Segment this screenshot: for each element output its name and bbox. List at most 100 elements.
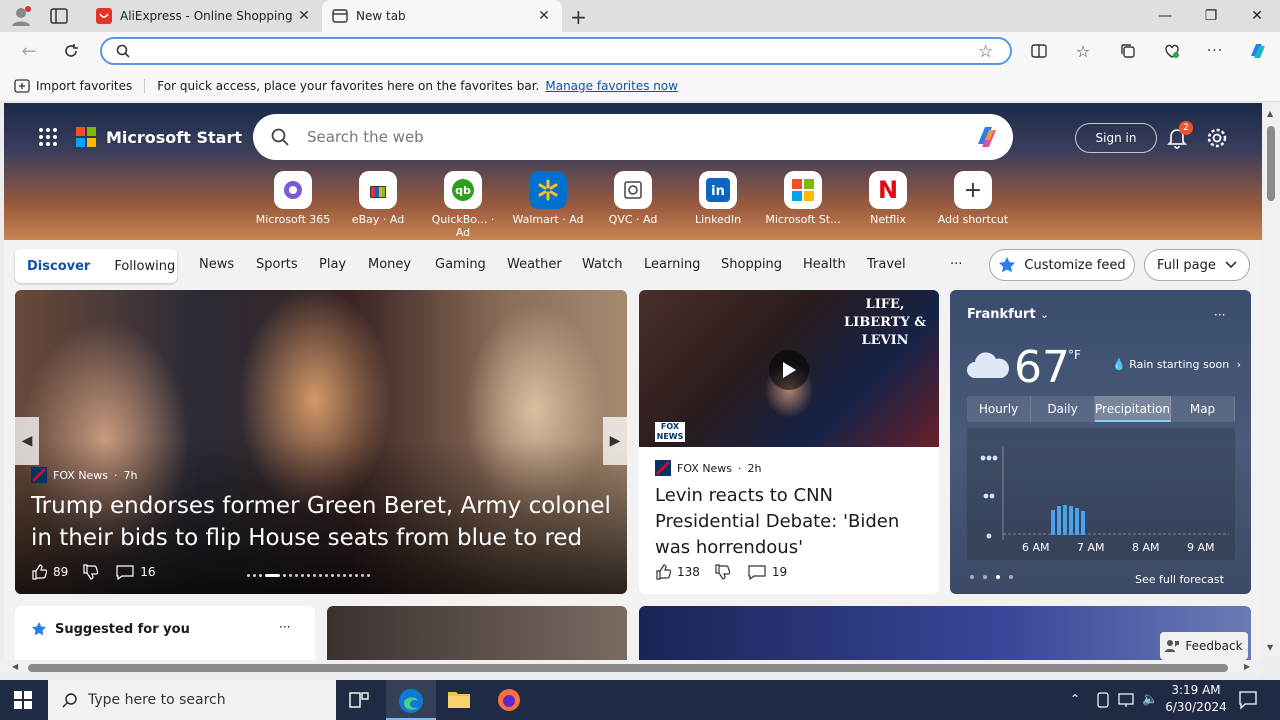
like-icon[interactable] — [655, 564, 671, 580]
tab-hourly[interactable]: Hourly — [967, 396, 1031, 422]
device-icon[interactable] — [1096, 692, 1110, 708]
horizontal-scrollbar[interactable]: ◀ ▶ — [0, 660, 1262, 676]
main-story-card[interactable]: ◀ ▶ FOX News · 7h Trump endorses former … — [15, 290, 627, 594]
favorite-star-icon[interactable]: ☆ — [978, 42, 993, 62]
restore-button[interactable]: ❐ — [1188, 0, 1234, 32]
minimize-button[interactable]: — — [1142, 0, 1188, 32]
firefox-icon[interactable] — [497, 688, 521, 712]
shortcut-microsoft-store[interactable]: Microsoft St... — [763, 171, 843, 226]
video-story-card[interactable]: LIFE, LIBERTY & LEVIN FOX NEWS FOX News · 2… — [639, 290, 939, 594]
nav-weather[interactable]: Weather — [507, 257, 562, 272]
copilot-icon[interactable] — [1243, 39, 1273, 63]
tab-actions-icon[interactable] — [50, 8, 68, 24]
nav-learning[interactable]: Learning — [644, 257, 700, 272]
next-arrow-icon[interactable]: ▶ — [603, 417, 627, 465]
play-icon[interactable] — [769, 350, 809, 390]
nav-play[interactable]: Play — [319, 257, 346, 272]
page-settings-icon[interactable] — [1206, 127, 1228, 149]
tab-following[interactable]: Following — [102, 259, 187, 274]
like-icon[interactable] — [31, 564, 47, 580]
nav-gaming[interactable]: Gaming — [435, 257, 486, 272]
import-favorites-button[interactable]: Import favorites — [14, 78, 146, 93]
close-tab-icon[interactable]: ✕ — [296, 8, 312, 24]
add-shortcut-button[interactable]: + Add shortcut — [933, 171, 1013, 226]
nav-sports[interactable]: Sports — [256, 257, 298, 272]
taskbar-clock[interactable]: 3:19 AM 6/30/2024 — [1160, 682, 1232, 716]
windows-start-icon[interactable] — [14, 691, 32, 709]
brand[interactable]: Microsoft Start — [76, 127, 242, 147]
network-icon[interactable] — [1118, 692, 1136, 708]
nav-money[interactable]: Money — [368, 257, 411, 272]
notifications-icon[interactable]: 2 — [1167, 121, 1193, 149]
nav-shopping[interactable]: Shopping — [721, 257, 782, 272]
back-button[interactable]: ← — [14, 39, 44, 63]
previous-arrow-icon[interactable]: ◀ — [15, 417, 39, 465]
story-age: 7h — [123, 468, 138, 482]
nav-news[interactable]: News — [199, 257, 234, 272]
feedback-button[interactable]: Feedback — [1160, 632, 1248, 660]
collections-icon[interactable] — [1113, 39, 1143, 63]
show-hidden-icons[interactable]: ⌃ — [1070, 692, 1080, 706]
comment-icon[interactable] — [748, 564, 766, 580]
story-headline[interactable]: Levin reacts to CNN Presidential Debate:… — [655, 483, 925, 561]
app-launcher-icon[interactable] — [38, 127, 58, 147]
weather-condition[interactable]: 💧 Rain starting soon › — [1112, 358, 1241, 371]
edge-taskbar-icon[interactable] — [386, 680, 436, 720]
notification-center-icon[interactable] — [1238, 690, 1258, 710]
story-headline[interactable]: Trump endorses former Green Beret, Army … — [31, 490, 621, 554]
nav-watch[interactable]: Watch — [582, 257, 622, 272]
vertical-scrollbar[interactable]: ▲ ▼ — [1262, 103, 1280, 660]
task-view-icon[interactable] — [348, 690, 370, 710]
shortcut-qvc[interactable]: QVC · Ad — [593, 171, 673, 226]
nav-health[interactable]: Health — [803, 257, 846, 272]
tab-aliexpress[interactable]: AliExpress - Online Shopping für ✕ — [86, 0, 322, 32]
see-full-forecast-link[interactable]: See full forecast — [1135, 573, 1224, 586]
dislike-icon[interactable] — [82, 564, 99, 580]
shortcut-walmart[interactable]: Walmart · Ad — [508, 171, 588, 226]
tab-discover[interactable]: Discover — [15, 259, 102, 274]
copilot-icon[interactable] — [973, 124, 1001, 150]
tab-daily[interactable]: Daily — [1031, 396, 1095, 422]
comment-icon[interactable] — [116, 564, 134, 580]
close-tab-icon[interactable]: ✕ — [536, 8, 552, 24]
profile-icon[interactable] — [10, 5, 32, 27]
weather-more-icon[interactable]: ··· — [1214, 308, 1225, 322]
weather-card[interactable]: Frankfurt ⌄ ··· 67 °F 💧 Rain starting so… — [950, 290, 1251, 594]
web-search-box[interactable]: Search the web — [253, 114, 1013, 160]
favorites-icon[interactable]: ☆ — [1068, 39, 1098, 63]
taskbar-search[interactable]: Type here to search — [48, 680, 336, 720]
suggested-title: Suggested for you — [55, 622, 190, 637]
scroll-thumb[interactable] — [1267, 126, 1275, 201]
file-explorer-icon[interactable] — [447, 689, 471, 709]
shortcut-microsoft-365[interactable]: Microsoft 365 — [253, 171, 333, 226]
browser-essentials-icon[interactable] — [1157, 39, 1187, 63]
story-card[interactable] — [327, 606, 627, 660]
shortcut-quickbooks[interactable]: qb QuickBo... · Ad — [423, 171, 503, 239]
tab-map[interactable]: Map — [1171, 396, 1236, 422]
netflix-icon: N — [869, 171, 907, 209]
layout-dropdown[interactable]: Full page — [1144, 249, 1250, 281]
settings-menu-icon[interactable]: ··· — [1200, 39, 1230, 63]
nav-travel[interactable]: Travel — [867, 257, 906, 272]
scroll-thumb[interactable] — [28, 664, 1228, 672]
dislike-icon[interactable] — [714, 564, 730, 580]
more-options-icon[interactable]: ··· — [279, 620, 290, 634]
new-tab-button[interactable]: + — [570, 5, 587, 29]
close-window-button[interactable]: ✕ — [1234, 0, 1280, 32]
temperature-unit[interactable]: °F — [1068, 348, 1081, 362]
weather-location[interactable]: Frankfurt ⌄ — [967, 307, 1049, 322]
shortcut-ebay[interactable]: eBay · Ad — [338, 171, 418, 226]
sign-in-button[interactable]: Sign in — [1075, 123, 1157, 153]
split-screen-icon[interactable] — [1024, 39, 1054, 63]
nav-more-icon[interactable]: ··· — [950, 257, 962, 272]
refresh-button[interactable] — [56, 39, 86, 63]
shortcut-linkedin[interactable]: in LinkedIn — [678, 171, 758, 226]
weather-page-dots — [970, 575, 1013, 579]
address-bar[interactable]: ☆ — [100, 37, 1012, 65]
tab-new-tab[interactable]: New tab ✕ — [322, 0, 562, 32]
shortcut-netflix[interactable]: N Netflix — [848, 171, 928, 226]
customize-feed-button[interactable]: Customize feed — [989, 249, 1135, 281]
volume-icon[interactable]: 🔈 — [1142, 692, 1158, 707]
tab-precipitation[interactable]: Precipitation — [1095, 396, 1172, 422]
manage-favorites-link[interactable]: Manage favorites now — [545, 79, 678, 93]
